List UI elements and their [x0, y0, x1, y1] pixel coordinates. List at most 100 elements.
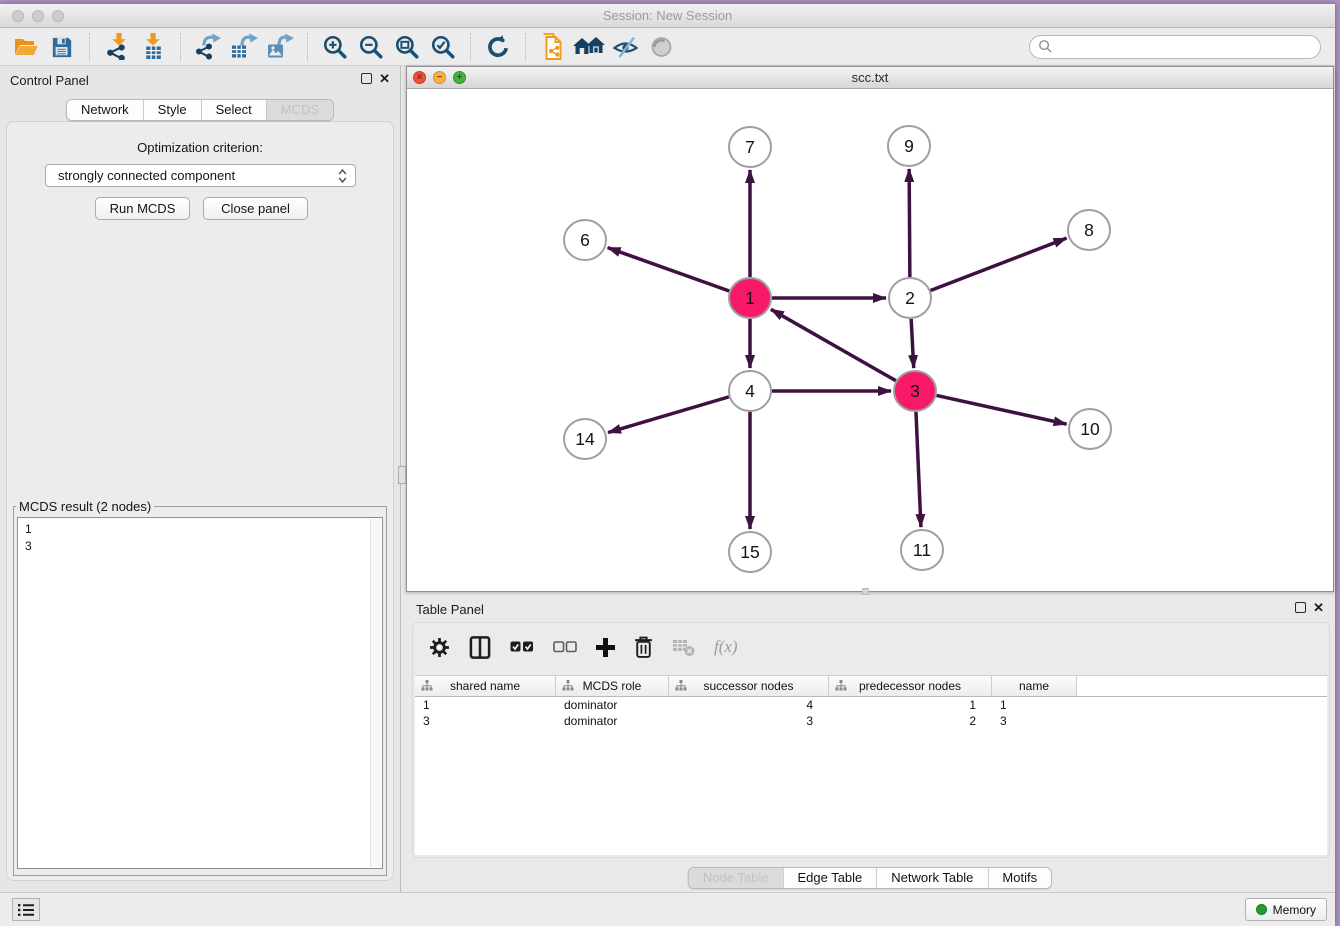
close-panel-icon[interactable]: ✕	[379, 73, 390, 84]
delete-column-button[interactable]	[634, 632, 653, 662]
checked-boxes-icon	[510, 641, 534, 653]
column-header-mcds-role[interactable]: MCDS role	[556, 676, 669, 696]
tab-edge-table[interactable]: Edge Table	[782, 868, 876, 888]
homes-button[interactable]	[571, 31, 607, 63]
export-image-button[interactable]	[262, 31, 298, 63]
table-settings-button[interactable]	[429, 632, 450, 662]
search-icon	[1038, 39, 1053, 54]
panel-divider-grip[interactable]	[398, 466, 406, 484]
graph-edge-2-8[interactable]	[931, 238, 1067, 290]
mcds-result-text[interactable]: 13	[17, 517, 383, 869]
graph-edge-3-1[interactable]	[771, 309, 896, 380]
create-column-button[interactable]	[596, 632, 615, 662]
table-toolbar: f(x)	[429, 629, 738, 665]
control-panel-tabs: NetworkStyleSelectMCDS	[66, 99, 334, 121]
graph-node-1[interactable]: 1	[729, 278, 771, 318]
column-header-shared-name[interactable]: shared name	[415, 676, 556, 696]
memory-button[interactable]: Memory	[1245, 898, 1327, 921]
network-view-window: × − + scc.txt 7 9 6 8 1 2 4 3 14 10 15 11	[406, 66, 1334, 592]
zoom-out-button[interactable]	[353, 31, 389, 63]
run-mcds-button[interactable]: Run MCDS	[95, 197, 190, 220]
table-row[interactable]: 1dominator411	[415, 697, 1327, 713]
optimization-dropdown[interactable]: strongly connected component	[45, 164, 356, 187]
export-network-button[interactable]	[190, 31, 226, 63]
table-cell[interactable]: 2	[829, 713, 992, 729]
export-table-button[interactable]	[226, 31, 262, 63]
network-canvas[interactable]: 7 9 6 8 1 2 4 3 14 10 15 11	[407, 90, 1333, 591]
graph-edge-4-14[interactable]	[608, 397, 729, 433]
hide-panels-button[interactable]	[607, 31, 643, 63]
save-session-button[interactable]	[44, 31, 80, 63]
tab-network[interactable]: Network	[67, 100, 143, 120]
table-cell[interactable]: 1	[415, 697, 556, 713]
table-cell[interactable]: dominator	[556, 697, 669, 713]
float-panel-icon[interactable]	[361, 73, 372, 84]
zoom-in-button[interactable]	[317, 31, 353, 63]
svg-text:9: 9	[904, 136, 914, 156]
delete-table-button[interactable]	[672, 632, 695, 662]
show-column-button[interactable]	[469, 632, 491, 662]
show-panels-button[interactable]	[643, 31, 679, 63]
window-resize-handle[interactable]	[862, 588, 869, 595]
graph-edge-3-10[interactable]	[936, 395, 1066, 424]
float-table-panel-icon[interactable]	[1295, 602, 1306, 613]
close-table-panel-icon[interactable]: ✕	[1313, 602, 1324, 613]
zoom-fit-button[interactable]	[389, 31, 425, 63]
tab-mcds[interactable]: MCDS	[266, 100, 333, 120]
column-header-successor-nodes[interactable]: successor nodes	[669, 676, 829, 696]
graph-edge-2-3[interactable]	[911, 319, 914, 368]
graph-node-2[interactable]: 2	[889, 278, 931, 318]
unselect-all-columns-button[interactable]	[553, 632, 577, 662]
graph-edge-1-6[interactable]	[608, 248, 730, 291]
graph-node-3[interactable]: 3	[894, 371, 936, 411]
table-cell[interactable]: dominator	[556, 713, 669, 729]
table-cell[interactable]: 1	[992, 697, 1077, 713]
tab-node-table[interactable]: Node Table	[689, 868, 783, 888]
graph-node-7[interactable]: 7	[729, 127, 771, 167]
network-window-titlebar[interactable]: × − + scc.txt	[407, 67, 1333, 89]
panel-selector-button[interactable]	[12, 898, 40, 921]
table-row[interactable]: 3dominator323	[415, 713, 1327, 729]
table-cell[interactable]: 4	[669, 697, 829, 713]
search-input[interactable]	[1058, 40, 1312, 54]
toolbar-separator	[307, 33, 308, 61]
tab-style[interactable]: Style	[143, 100, 201, 120]
apply-layout-button[interactable]	[480, 31, 516, 63]
svg-text:3: 3	[910, 381, 920, 401]
zoom-selected-button[interactable]	[425, 31, 461, 63]
graph-node-4[interactable]: 4	[729, 371, 771, 411]
table-cell[interactable]: 3	[415, 713, 556, 729]
new-network-from-selection-button[interactable]	[535, 31, 571, 63]
tab-select[interactable]: Select	[201, 100, 266, 120]
graph-node-11[interactable]: 11	[901, 530, 943, 570]
close-panel-button[interactable]: Close panel	[203, 197, 308, 220]
function-builder-button[interactable]: f(x)	[714, 632, 738, 662]
open-session-button[interactable]	[8, 31, 44, 63]
table-cell[interactable]: 3	[992, 713, 1077, 729]
graph-node-15[interactable]: 15	[729, 532, 771, 572]
search-box[interactable]	[1029, 35, 1321, 59]
table-cell[interactable]: 3	[669, 713, 829, 729]
graph-node-6[interactable]: 6	[564, 220, 606, 260]
tab-motifs[interactable]: Motifs	[987, 868, 1051, 888]
import-table-button[interactable]	[135, 31, 171, 63]
table-rows: 1dominator4113dominator323	[415, 697, 1327, 729]
tree-icon	[675, 680, 687, 694]
table-cell[interactable]: 1	[829, 697, 992, 713]
graph-edge-2-9[interactable]	[909, 169, 910, 277]
graph-node-8[interactable]: 8	[1068, 210, 1110, 250]
tab-network-table[interactable]: Network Table	[876, 868, 987, 888]
graph-edge-3-11[interactable]	[916, 412, 921, 527]
import-network-button[interactable]	[99, 31, 135, 63]
svg-text:8: 8	[1084, 220, 1094, 240]
graph-node-10[interactable]: 10	[1069, 409, 1111, 449]
unchecked-boxes-icon	[553, 641, 577, 653]
column-header-name[interactable]: name	[992, 676, 1077, 696]
graph-node-9[interactable]: 9	[888, 126, 930, 166]
network-graph: 7 9 6 8 1 2 4 3 14 10 15 11	[407, 90, 1333, 591]
column-header-predecessor-nodes[interactable]: predecessor nodes	[829, 676, 992, 696]
scrollbar-track[interactable]	[370, 519, 381, 867]
select-all-columns-button[interactable]	[510, 632, 534, 662]
graph-node-14[interactable]: 14	[564, 419, 606, 459]
table-panel-title: Table Panel	[416, 602, 484, 617]
